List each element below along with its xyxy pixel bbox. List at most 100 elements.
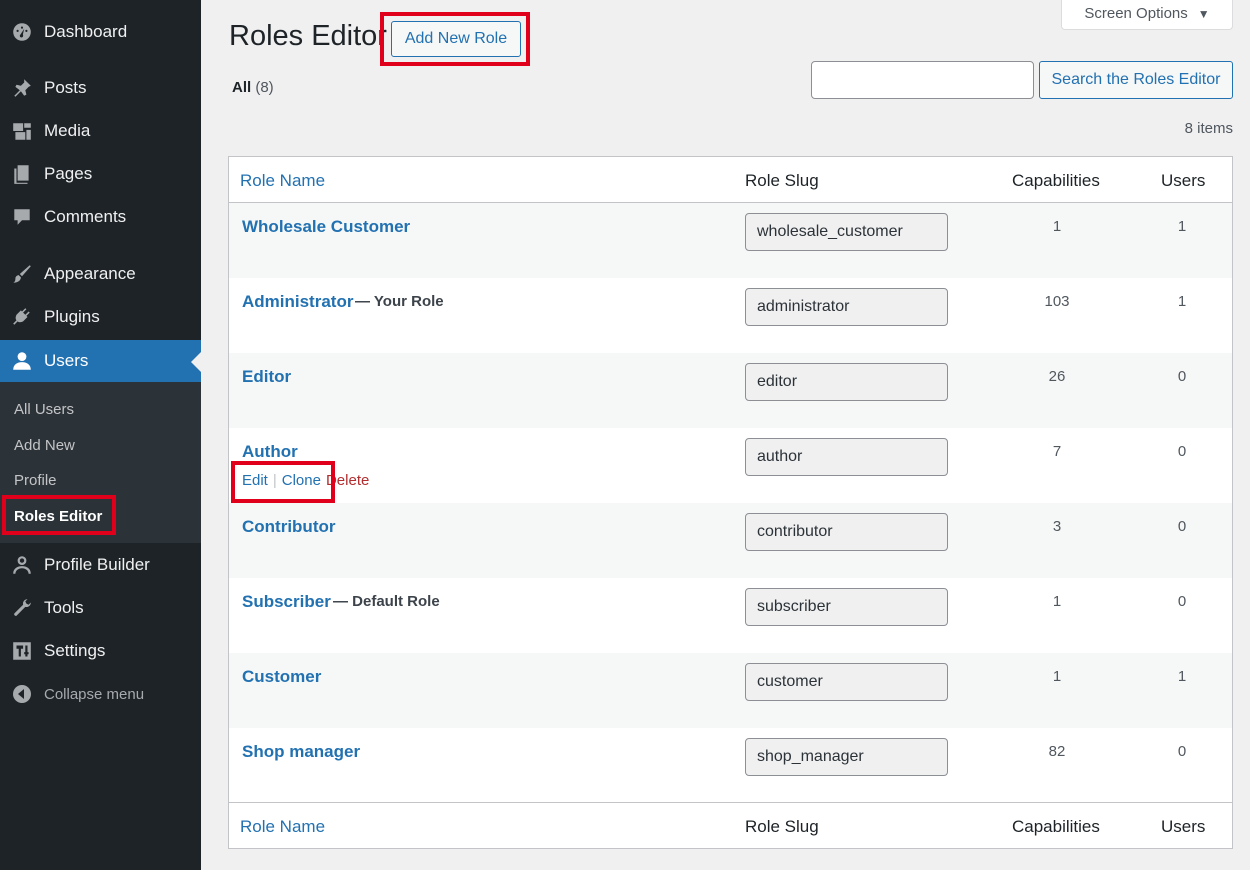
user-icon <box>10 349 34 373</box>
capabilities-value: 3 <box>1052 518 1062 535</box>
capabilities-value: 1 <box>1052 218 1062 235</box>
row-actions: Edit | Clone Delete <box>242 472 369 489</box>
submenu-item-add-new[interactable]: Add New <box>14 437 75 454</box>
sidebar-item-label: Comments <box>44 207 127 226</box>
sidebar-item-dashboard[interactable]: Dashboard <box>0 12 201 52</box>
role-name-link[interactable]: Administrator <box>242 292 353 312</box>
sidebar-item-label: Appearance <box>44 264 136 283</box>
users-submenu: All Users Add New Profile Roles Editor <box>0 382 201 543</box>
users-value: 0 <box>1177 593 1187 610</box>
dashboard-icon <box>10 20 34 44</box>
sidebar-item-label: Posts <box>44 78 87 97</box>
sidebar-item-label: Users <box>44 351 89 370</box>
role-name-link[interactable]: Editor <box>242 367 291 387</box>
role-note: — Default Role <box>333 593 440 610</box>
role-name-link[interactable]: Shop manager <box>242 742 360 762</box>
capabilities-value: 103 <box>1044 293 1070 310</box>
role-name-link[interactable]: Contributor <box>242 517 335 537</box>
filter-all-count: (8) <box>255 79 274 96</box>
capabilities-value: 7 <box>1052 443 1062 460</box>
capabilities-value: 1 <box>1052 668 1062 685</box>
sidebar-item-appearance[interactable]: Appearance <box>0 254 201 294</box>
role-slug-field[interactable]: contributor <box>745 513 948 551</box>
pages-icon <box>10 162 34 186</box>
sidebar-item-users[interactable]: Users <box>0 340 201 382</box>
sidebar-item-pages[interactable]: Pages <box>0 154 201 194</box>
users-value: 0 <box>1177 368 1187 385</box>
sidebar-item-label: Profile Builder <box>44 555 150 574</box>
users-value: 1 <box>1177 293 1187 310</box>
column-footer-capabilities: Capabilities <box>1012 817 1100 836</box>
table-row: Author author 7 0 Edit | Clone Delete <box>229 428 1232 503</box>
caret-down-icon: ▼ <box>1197 6 1210 21</box>
role-slug-field[interactable]: author <box>745 438 948 476</box>
sidebar-item-label: Settings <box>44 641 106 660</box>
role-name-link[interactable]: Subscriber <box>242 592 331 612</box>
page-title: Roles Editor <box>229 20 387 52</box>
sidebar-item-media[interactable]: Media <box>0 111 201 151</box>
column-header-users: Users <box>1161 171 1206 190</box>
sidebar-item-label: Media <box>44 121 91 140</box>
role-slug-field[interactable]: administrator <box>745 288 948 326</box>
table-header: Role Name Role Slug Capabilities Users <box>229 157 1232 203</box>
sidebar-item-posts[interactable]: Posts <box>0 68 201 108</box>
capabilities-value: 1 <box>1052 593 1062 610</box>
role-name-link[interactable]: Customer <box>242 667 321 687</box>
role-slug-field[interactable]: wholesale_customer <box>745 213 948 251</box>
settings-sliders-icon <box>10 639 34 663</box>
role-slug-field[interactable]: subscriber <box>745 588 948 626</box>
table-footer: Role Name Role Slug Capabilities Users <box>229 802 1232 848</box>
sidebar-item-settings[interactable]: Settings <box>0 631 201 671</box>
paintbrush-icon <box>10 262 34 286</box>
table-row: Customer customer 1 1 <box>229 653 1232 728</box>
submenu-item-profile[interactable]: Profile <box>14 472 57 489</box>
sidebar-item-profile-builder[interactable]: Profile Builder <box>0 545 201 585</box>
admin-sidebar: Dashboard Posts Media Pages Comments App… <box>0 0 201 870</box>
sidebar-item-label: Dashboard <box>44 22 128 41</box>
sidebar-item-tools[interactable]: Tools <box>0 588 201 628</box>
sidebar-item-label: Tools <box>44 598 84 617</box>
media-icon <box>10 119 34 143</box>
collapse-menu-label: Collapse menu <box>44 685 145 703</box>
sidebar-item-label: Pages <box>44 164 93 183</box>
submenu-item-all-users[interactable]: All Users <box>14 401 74 418</box>
users-value: 0 <box>1177 443 1187 460</box>
column-footer-role-name[interactable]: Role Name <box>240 817 325 837</box>
filter-all-label: All <box>232 79 252 96</box>
table-row: Subscriber — Default Role subscriber 1 0 <box>229 578 1232 653</box>
submenu-item-roles-editor[interactable]: Roles Editor <box>14 508 102 525</box>
role-slug-field[interactable]: editor <box>745 363 948 401</box>
search-input[interactable] <box>811 61 1034 99</box>
capabilities-value: 82 <box>1048 743 1066 760</box>
table-row: Contributor contributor 3 0 <box>229 503 1232 578</box>
table-row: Editor editor 26 0 <box>229 353 1232 428</box>
column-header-role-slug: Role Slug <box>745 171 819 190</box>
users-value: 1 <box>1177 218 1187 235</box>
sidebar-item-comments[interactable]: Comments <box>0 197 201 237</box>
role-slug-field[interactable]: customer <box>745 663 948 701</box>
sidebar-item-plugins[interactable]: Plugins <box>0 297 201 337</box>
pin-icon <box>10 76 34 100</box>
search-button[interactable]: Search the Roles Editor <box>1039 61 1233 99</box>
role-note: — Your Role <box>355 293 444 310</box>
role-name-link[interactable]: Wholesale Customer <box>242 217 410 237</box>
clone-role-link[interactable]: Clone <box>282 472 321 489</box>
sidebar-item-label: Plugins <box>44 307 100 326</box>
role-slug-field[interactable]: shop_manager <box>745 738 948 776</box>
table-row: Wholesale Customer wholesale_customer 1 1 <box>229 203 1232 278</box>
users-value: 0 <box>1177 743 1187 760</box>
table-row: Administrator — Your Role administrator 103… <box>229 278 1232 353</box>
column-header-role-name[interactable]: Role Name <box>240 171 325 191</box>
users-value: 1 <box>1177 668 1187 685</box>
column-footer-role-slug: Role Slug <box>745 817 819 836</box>
plug-icon <box>10 305 34 329</box>
filter-all-link[interactable]: All (8) <box>232 79 274 96</box>
delete-role-link[interactable]: Delete <box>326 472 369 489</box>
collapse-menu-button[interactable]: Collapse menu <box>0 674 201 714</box>
role-name-link[interactable]: Author <box>242 442 298 462</box>
row-action-separator: | <box>272 472 277 489</box>
screen-options-button[interactable]: Screen Options ▼ <box>1061 0 1233 30</box>
add-new-role-button[interactable]: Add New Role <box>391 21 521 57</box>
edit-role-link[interactable]: Edit <box>242 472 268 489</box>
roles-table: Role Name Role Slug Capabilities Users W… <box>228 156 1233 849</box>
